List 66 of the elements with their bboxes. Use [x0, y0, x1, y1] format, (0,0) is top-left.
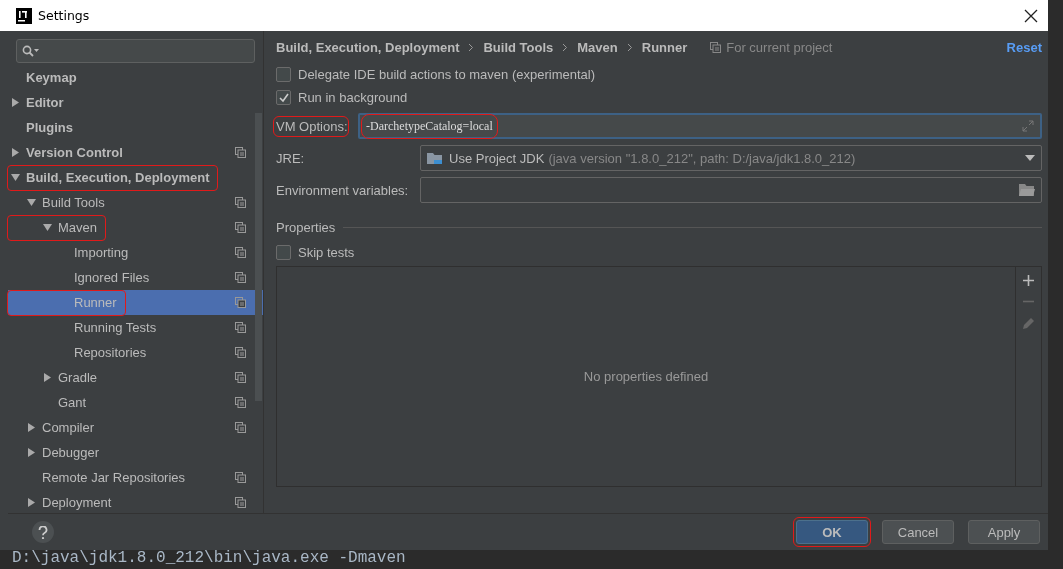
field-label: VM Options:	[276, 118, 346, 134]
chevron-icon	[626, 42, 633, 52]
tree-item[interactable]: Deployment	[8, 490, 263, 515]
checkbox[interactable]	[276, 90, 291, 105]
copy-icon	[710, 41, 722, 53]
scrollbar[interactable]	[255, 113, 262, 401]
chevron-icon	[468, 42, 475, 52]
breadcrumb-item: Runner	[641, 39, 688, 55]
checkbox-option[interactable]: Run in background	[276, 86, 1042, 109]
expanded-arrow-icon[interactable]	[11, 173, 20, 182]
breadcrumb-item: Build, Execution, Deployment	[276, 39, 460, 55]
collapsed-arrow-icon[interactable]	[43, 373, 52, 382]
tree-item[interactable]: Version Control	[8, 140, 263, 165]
tree-item[interactable]: Maven	[8, 215, 263, 240]
tree-item[interactable]: Running Tests	[8, 315, 263, 340]
help-button[interactable]	[32, 521, 54, 543]
tree-item[interactable]: Remote Jar Repositories	[8, 465, 263, 490]
tree-item[interactable]: Compiler	[8, 415, 263, 440]
tree-item[interactable]: Keymap	[8, 65, 263, 90]
folder-icon[interactable]	[1019, 184, 1035, 196]
tree-item[interactable]: Build, Execution, Deployment	[8, 165, 263, 190]
dialog-button[interactable]: Apply	[968, 520, 1040, 544]
add-icon[interactable]	[1023, 275, 1034, 286]
search-field[interactable]	[16, 39, 255, 63]
expanded-arrow-icon[interactable]	[27, 198, 36, 207]
reset-link[interactable]: Reset	[1006, 39, 1042, 55]
field-label: Environment variables:	[276, 182, 408, 198]
checkbox-option[interactable]: Skip tests	[276, 241, 1042, 264]
help-icon	[38, 525, 48, 539]
tree-item[interactable]: Gant	[8, 390, 263, 415]
folder-icon	[427, 151, 443, 165]
collapsed-arrow-icon[interactable]	[27, 498, 36, 507]
tree-item[interactable]: Importing	[8, 240, 263, 265]
tree-item[interactable]: Ignored Files	[8, 265, 263, 290]
collapsed-arrow-icon[interactable]	[11, 148, 20, 157]
scope-note: For current project	[726, 39, 833, 55]
close-icon[interactable]	[1024, 8, 1038, 23]
dialog-button[interactable]: Cancel	[882, 520, 954, 544]
collapsed-arrow-icon[interactable]	[27, 423, 36, 432]
tree-item[interactable]: Gradle	[8, 365, 263, 390]
jre-dropdown[interactable]: Use Project JDK (java version "1.8.0_212", path: D:/java/jdk1.8.0_212)	[420, 145, 1042, 171]
empty-message: No properties defined	[583, 369, 709, 384]
field-label: JRE:	[276, 150, 306, 166]
checkbox[interactable]	[276, 245, 291, 260]
breadcrumb-item: Build Tools	[483, 39, 554, 55]
tree-item[interactable]: Debugger	[8, 440, 263, 465]
tree-item[interactable]: Editor	[8, 90, 263, 115]
console-output: D:\java\jdk1.8.0_212\bin\java.exe -Dmaven	[12, 549, 406, 567]
section-title: Properties	[276, 219, 336, 235]
tree-item[interactable]: Repositories	[8, 340, 263, 365]
collapsed-arrow-icon[interactable]	[11, 98, 20, 107]
collapsed-arrow-icon[interactable]	[27, 448, 36, 457]
breadcrumb-item: Maven	[577, 39, 618, 55]
dropdown-arrow-icon[interactable]	[1025, 155, 1035, 161]
checkbox[interactable]	[276, 67, 291, 82]
tree-item[interactable]: Build Tools	[8, 190, 263, 215]
chevron-icon	[562, 42, 569, 52]
environment-variables-field[interactable]	[420, 177, 1042, 203]
expanded-arrow-icon[interactable]	[43, 223, 52, 232]
vm-options-field[interactable]: -DarchetypeCatalog=local	[358, 113, 1042, 139]
checkbox-option[interactable]: Delegate IDE build actions to maven (experimental)	[276, 63, 1042, 86]
app-logo-icon	[16, 7, 32, 24]
search-icon	[22, 45, 40, 57]
dialog-button[interactable]: OK	[796, 520, 868, 544]
window-title: Settings	[38, 8, 90, 23]
tree-item[interactable]: Plugins	[8, 115, 263, 140]
